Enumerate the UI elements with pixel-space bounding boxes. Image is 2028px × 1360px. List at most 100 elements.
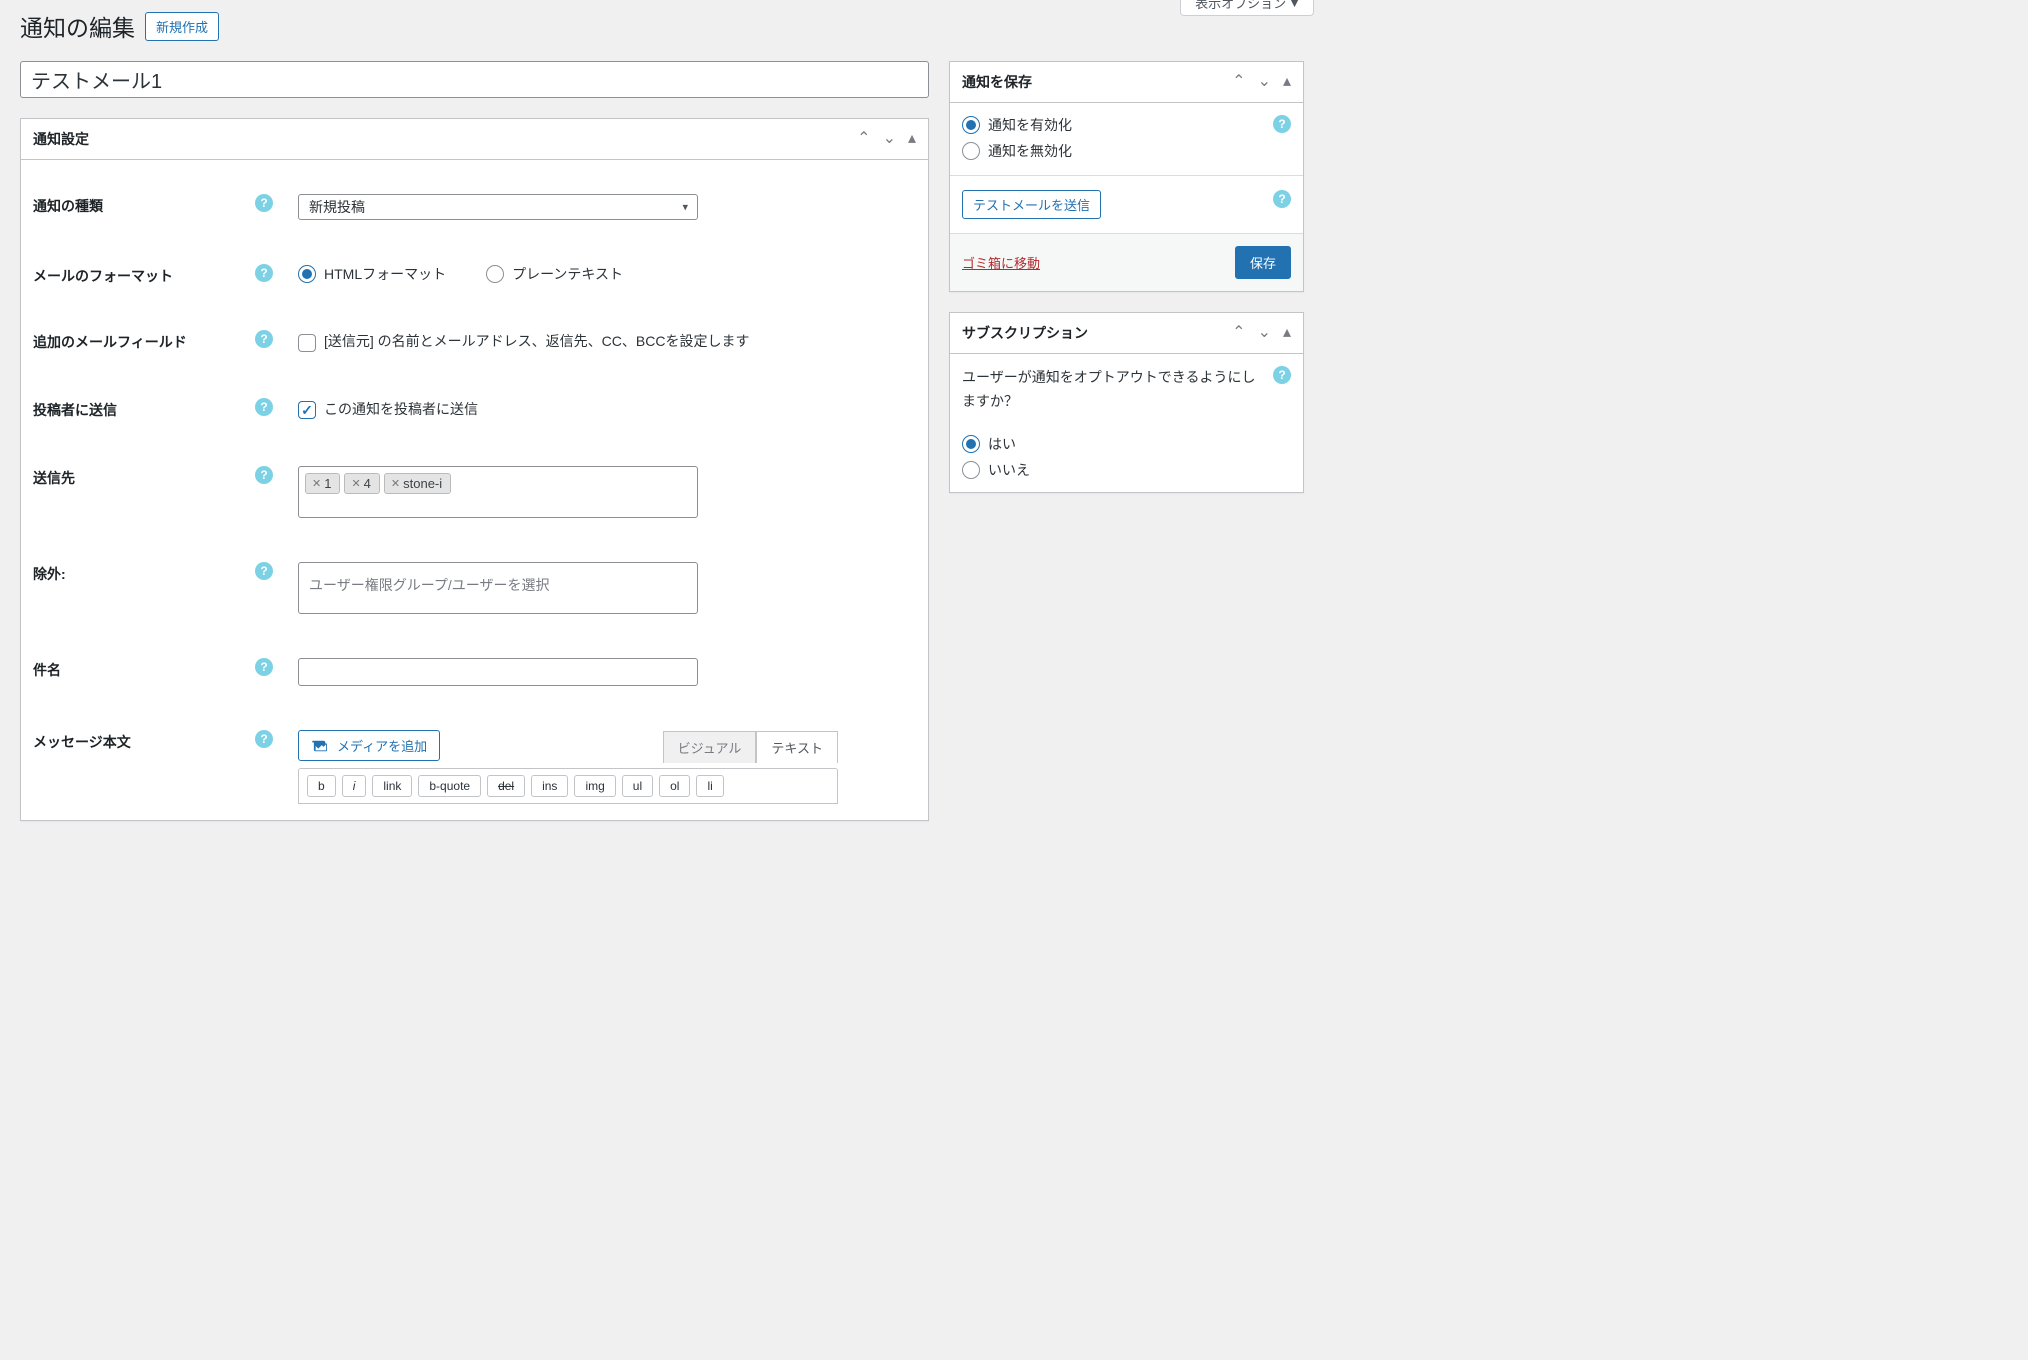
page-header: 通知の編集 新規作成 表示オプション ▼ (20, 0, 1304, 61)
remove-tag-icon[interactable]: ✕ (312, 477, 321, 490)
remove-tag-icon[interactable]: ✕ (351, 477, 360, 490)
qtag-ins[interactable]: ins (531, 775, 568, 797)
status-disable-option[interactable]: 通知を無効化 (962, 141, 1072, 161)
row-message: メッセージ本文 ? メディアを追加 ビジュアル (33, 708, 916, 808)
recipient-tag[interactable]: ✕1 (305, 473, 340, 494)
subject-input[interactable] (298, 658, 698, 686)
status-disable-radio[interactable] (962, 142, 980, 160)
qtag-i[interactable]: i (342, 775, 367, 797)
panel-title: 通知設定 (33, 129, 89, 149)
display-options-label: 表示オプション (1195, 0, 1286, 12)
subscription-no-radio[interactable] (962, 461, 980, 479)
send-author-checkbox[interactable] (298, 401, 316, 419)
row-send-author: 投稿者に送信 ? この通知を投稿者に送信 (33, 376, 916, 444)
move-down-icon[interactable]: ⌄ (1258, 74, 1271, 90)
exclude-input[interactable]: ユーザー権限グループ/ユーザーを選択 (298, 562, 698, 614)
panel-title: 通知を保存 (962, 72, 1032, 92)
subscription-yes-label: はい (988, 434, 1016, 454)
label-subject: 件名 (33, 658, 61, 680)
recipient-tag[interactable]: ✕4 (344, 473, 379, 494)
send-author-text: この通知を投稿者に送信 (324, 398, 478, 422)
mail-format-plain-option[interactable]: プレーンテキスト (486, 264, 623, 284)
editor-tab-text[interactable]: テキスト (756, 731, 838, 763)
help-icon[interactable]: ? (255, 264, 273, 282)
status-enable-radio[interactable] (962, 116, 980, 134)
send-author-checkbox-row[interactable]: この通知を投稿者に送信 (298, 398, 916, 422)
help-icon[interactable]: ? (255, 398, 273, 416)
tag-label: stone-i (403, 476, 442, 491)
status-enable-label: 通知を有効化 (988, 115, 1072, 135)
row-send-to: 送信先 ? ✕1 ✕4 ✕stone-i (33, 444, 916, 540)
toggle-panel-icon[interactable]: ▴ (1283, 325, 1291, 341)
toggle-panel-icon[interactable]: ▴ (908, 131, 916, 147)
row-subject: 件名 ? (33, 636, 916, 708)
help-icon[interactable]: ? (255, 562, 273, 580)
send-to-input[interactable]: ✕1 ✕4 ✕stone-i (298, 466, 698, 518)
editor-quicktags: b i link b-quote del ins img ul ol li (298, 768, 838, 804)
status-disable-label: 通知を無効化 (988, 141, 1072, 161)
tag-label: 1 (324, 476, 331, 491)
row-extra-fields: 追加のメールフィールド ? [送信元] の名前とメールアドレス、返信先、CC、B… (33, 308, 916, 376)
help-icon[interactable]: ? (255, 730, 273, 748)
row-notification-type: 通知の種類 ? 新規投稿 (33, 172, 916, 242)
qtag-ul[interactable]: ul (622, 775, 653, 797)
qtag-b[interactable]: b (307, 775, 336, 797)
status-enable-option[interactable]: 通知を有効化 (962, 115, 1072, 135)
recipient-tag[interactable]: ✕stone-i (384, 473, 451, 494)
tag-label: 4 (364, 476, 371, 491)
qtag-link[interactable]: link (372, 775, 412, 797)
move-down-icon[interactable]: ⌄ (883, 131, 896, 147)
editor-tab-visual[interactable]: ビジュアル (663, 731, 757, 763)
row-exclude: 除外: ? ユーザー権限グループ/ユーザーを選択 (33, 540, 916, 636)
qtag-bquote[interactable]: b-quote (418, 775, 481, 797)
notification-title-input[interactable] (20, 61, 929, 98)
display-options-toggle[interactable]: 表示オプション ▼ (1180, 0, 1314, 16)
move-up-icon[interactable]: ⌃ (1232, 74, 1245, 90)
remove-tag-icon[interactable]: ✕ (391, 477, 400, 490)
subscription-yes-radio[interactable] (962, 435, 980, 453)
label-send-to: 送信先 (33, 466, 75, 488)
help-icon[interactable]: ? (255, 194, 273, 212)
label-exclude: 除外: (33, 562, 66, 584)
extra-fields-checkbox[interactable] (298, 334, 316, 352)
help-icon[interactable]: ? (255, 658, 273, 676)
subscription-no-label: いいえ (988, 460, 1030, 480)
extra-fields-checkbox-row[interactable]: [送信元] の名前とメールアドレス、返信先、CC、BCCを設定します (298, 330, 916, 354)
chevron-down-icon: ▼ (1288, 0, 1301, 10)
help-icon[interactable]: ? (1273, 190, 1291, 208)
help-icon[interactable]: ? (255, 330, 273, 348)
panel-header: 通知設定 ⌃ ⌄ ▴ (21, 119, 928, 160)
qtag-ol[interactable]: ol (659, 775, 690, 797)
label-send-author: 投稿者に送信 (33, 398, 117, 420)
label-mail-format: メールのフォーマット (33, 264, 173, 286)
mail-format-plain-radio[interactable] (486, 265, 504, 283)
media-icon (311, 739, 329, 753)
toggle-panel-icon[interactable]: ▴ (1283, 74, 1291, 90)
add-media-button[interactable]: メディアを追加 (298, 730, 440, 761)
move-up-icon[interactable]: ⌃ (857, 131, 870, 147)
mail-format-html-radio[interactable] (298, 265, 316, 283)
move-down-icon[interactable]: ⌄ (1258, 325, 1271, 341)
mail-format-html-option[interactable]: HTMLフォーマット (298, 264, 446, 284)
row-mail-format: メールのフォーマット ? HTMLフォーマット プレーンテキスト (33, 242, 916, 308)
help-icon[interactable]: ? (255, 466, 273, 484)
subscription-yes-option[interactable]: はい (962, 434, 1291, 454)
subscription-panel: サブスクリプション ⌃ ⌄ ▴ ユーザーが通知をオプトアウトできるようにしますか… (949, 312, 1304, 493)
label-notification-type: 通知の種類 (33, 194, 103, 216)
subscription-question: ユーザーが通知をオプトアウトできるようにしますか？ (962, 366, 1263, 414)
mail-format-plain-label: プレーンテキスト (512, 264, 623, 284)
page-title: 通知の編集 (20, 9, 135, 43)
notification-type-select[interactable]: 新規投稿 (298, 194, 698, 220)
qtag-del[interactable]: del (487, 775, 525, 797)
help-icon[interactable]: ? (1273, 366, 1291, 384)
qtag-li[interactable]: li (696, 775, 723, 797)
qtag-img[interactable]: img (574, 775, 615, 797)
save-button[interactable]: 保存 (1235, 246, 1291, 279)
move-up-icon[interactable]: ⌃ (1232, 325, 1245, 341)
new-notification-button[interactable]: 新規作成 (145, 12, 219, 41)
move-to-trash-link[interactable]: ゴミ箱に移動 (962, 253, 1040, 272)
subscription-no-option[interactable]: いいえ (962, 460, 1291, 480)
label-message: メッセージ本文 (33, 730, 131, 752)
send-test-mail-button[interactable]: テストメールを送信 (962, 190, 1101, 219)
help-icon[interactable]: ? (1273, 115, 1291, 133)
